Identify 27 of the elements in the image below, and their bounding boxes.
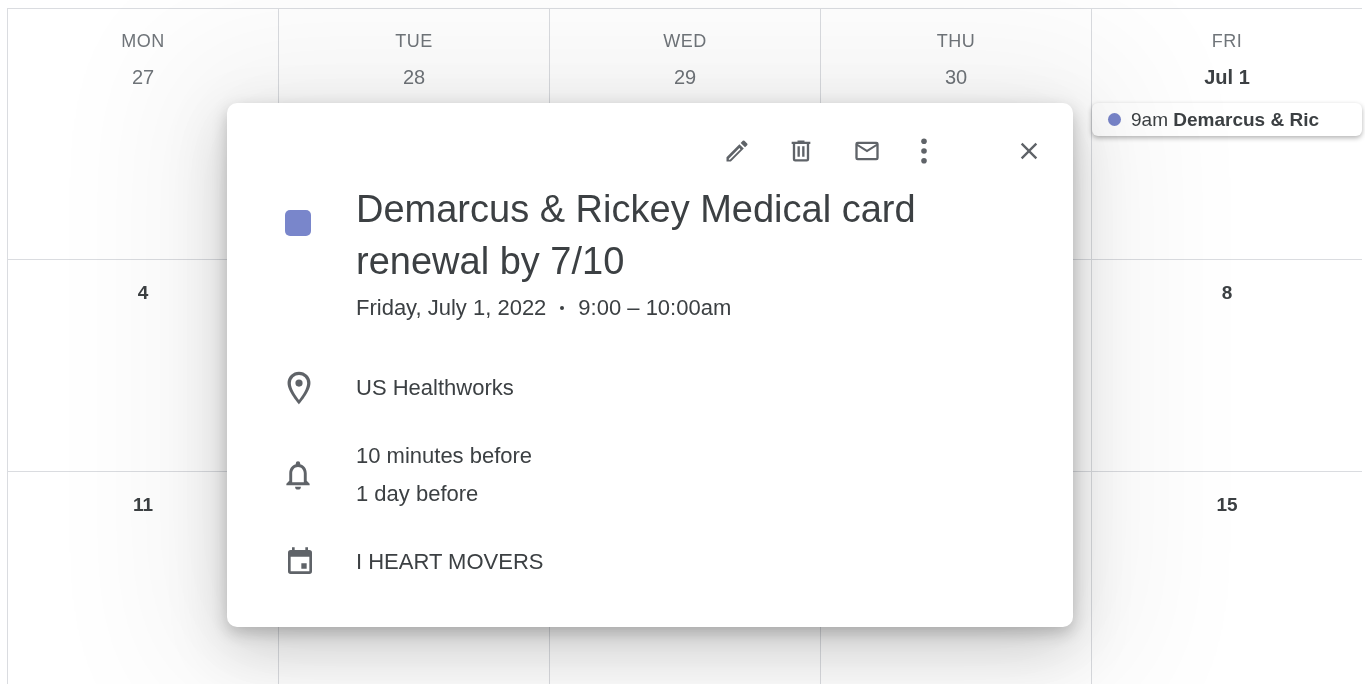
- event-title: Demarcus & Rickey Medical card renewal by 7/10: [356, 187, 917, 284]
- date-label[interactable]: 29: [673, 66, 697, 89]
- map-pin-icon: [285, 370, 313, 406]
- date-label[interactable]: 28: [402, 66, 426, 89]
- more-vertical-icon: [919, 137, 929, 165]
- weekday-label: TUE: [395, 31, 433, 52]
- date-label[interactable]: 30: [944, 66, 968, 89]
- date-label[interactable]: 4: [137, 282, 149, 304]
- event-date: Friday, July 1, 2022: [356, 295, 547, 321]
- weekday-label: THU: [936, 31, 976, 52]
- date-label[interactable]: 8: [1221, 282, 1233, 304]
- bell-icon: [285, 459, 311, 491]
- date-label[interactable]: Jul 1: [1204, 66, 1250, 89]
- more-options-button[interactable]: [919, 137, 929, 165]
- weekday-label: WED: [663, 31, 707, 52]
- detail-text: US Healthworks: [356, 374, 514, 402]
- separator-dot-icon: [560, 306, 565, 310]
- event-chip[interactable]: 9am Demarcus & Ric: [1092, 103, 1362, 136]
- weekday-label: MON: [121, 31, 165, 52]
- date-label[interactable]: 15: [1216, 494, 1238, 516]
- detail-text: 1 day before: [356, 480, 480, 508]
- weekday-label: FRI: [1211, 31, 1243, 52]
- date-label[interactable]: 27: [131, 66, 155, 89]
- event-time: 9:00 – 10:00am: [578, 295, 732, 321]
- date-label[interactable]: 11: [132, 494, 154, 516]
- detail-text: 10 minutes before: [356, 442, 533, 470]
- detail-text: I HEART MOVERS: [356, 548, 544, 576]
